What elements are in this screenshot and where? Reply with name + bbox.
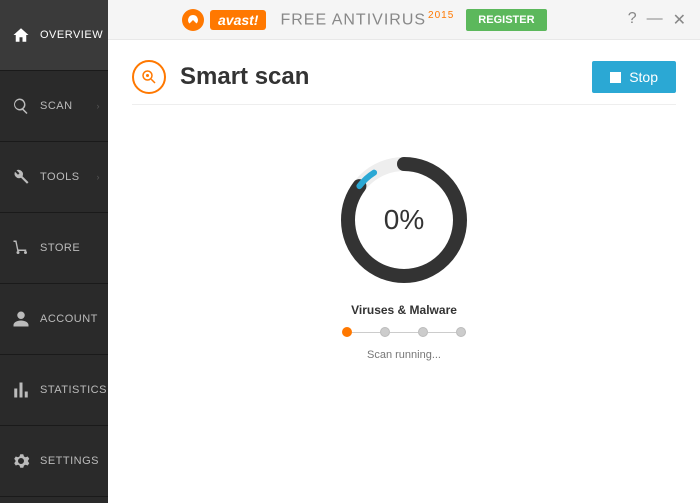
tools-icon	[12, 168, 30, 186]
chevron-right-icon: ›	[97, 172, 101, 182]
stop-button[interactable]: Stop	[592, 61, 676, 93]
sidebar-item-label: SETTINGS	[40, 455, 99, 467]
current-step-label: Viruses & Malware	[351, 303, 457, 317]
step-dot	[418, 327, 428, 337]
stop-button-label: Stop	[629, 69, 658, 85]
product-year: 2015	[428, 10, 454, 21]
sidebar-item-overview[interactable]: OVERVIEW	[0, 0, 108, 71]
step-dot	[380, 327, 390, 337]
cart-icon	[12, 239, 30, 257]
progress-percent: 0%	[339, 155, 469, 285]
sidebar-item-label: STATISTICS	[40, 384, 107, 396]
brand-text: avast!	[210, 10, 266, 30]
register-button[interactable]: REGISTER	[466, 9, 546, 31]
minimize-button[interactable]: —	[647, 10, 663, 30]
gear-icon	[12, 452, 30, 470]
sidebar-item-label: STORE	[40, 242, 80, 254]
home-icon	[12, 26, 30, 44]
step-connector	[390, 332, 418, 333]
sidebar-item-store[interactable]: STORE	[0, 213, 108, 284]
logo: avast! FREE ANTIVIRUS2015	[182, 9, 454, 31]
chevron-right-icon: ›	[97, 101, 101, 111]
sidebar-item-tools[interactable]: TOOLS ›	[0, 142, 108, 213]
logo-icon	[182, 9, 204, 31]
step-connector	[352, 332, 380, 333]
sidebar-item-label: SCAN	[40, 100, 73, 112]
progress-area: 0% Viruses & Malware Scan running...	[132, 155, 676, 361]
title-row: Smart scan Stop	[132, 60, 676, 94]
main: avast! FREE ANTIVIRUS2015 REGISTER ? — ✕…	[108, 0, 700, 503]
step-connector	[428, 332, 456, 333]
search-icon	[12, 97, 30, 115]
header: avast! FREE ANTIVIRUS2015 REGISTER ? — ✕	[108, 0, 700, 40]
sidebar-item-label: TOOLS	[40, 171, 80, 183]
close-button[interactable]: ✕	[673, 10, 686, 30]
bars-icon	[12, 381, 30, 399]
sidebar-item-scan[interactable]: SCAN ›	[0, 71, 108, 142]
sidebar-item-label: OVERVIEW	[40, 29, 103, 41]
stop-icon	[610, 72, 621, 83]
step-indicator	[342, 327, 466, 337]
help-button[interactable]: ?	[628, 10, 637, 30]
user-icon	[12, 310, 30, 328]
progress-gauge: 0%	[339, 155, 469, 285]
smart-scan-icon	[132, 60, 166, 94]
divider	[132, 104, 676, 105]
window-controls: ? — ✕	[628, 10, 686, 30]
content: Smart scan Stop 0% Viruses & Malware	[108, 40, 700, 503]
step-dot	[342, 327, 352, 337]
sidebar-item-label: ACCOUNT	[40, 313, 98, 325]
product-name: FREE ANTIVIRUS2015	[280, 10, 454, 29]
sidebar-item-statistics[interactable]: STATISTICS	[0, 355, 108, 426]
page-title: Smart scan	[180, 63, 309, 91]
sidebar-item-account[interactable]: ACCOUNT	[0, 284, 108, 355]
step-dot	[456, 327, 466, 337]
sidebar-item-settings[interactable]: SETTINGS	[0, 426, 108, 497]
scan-status: Scan running...	[367, 349, 441, 361]
sidebar: OVERVIEW SCAN › TOOLS › STORE ACCOUNT ST…	[0, 0, 108, 503]
